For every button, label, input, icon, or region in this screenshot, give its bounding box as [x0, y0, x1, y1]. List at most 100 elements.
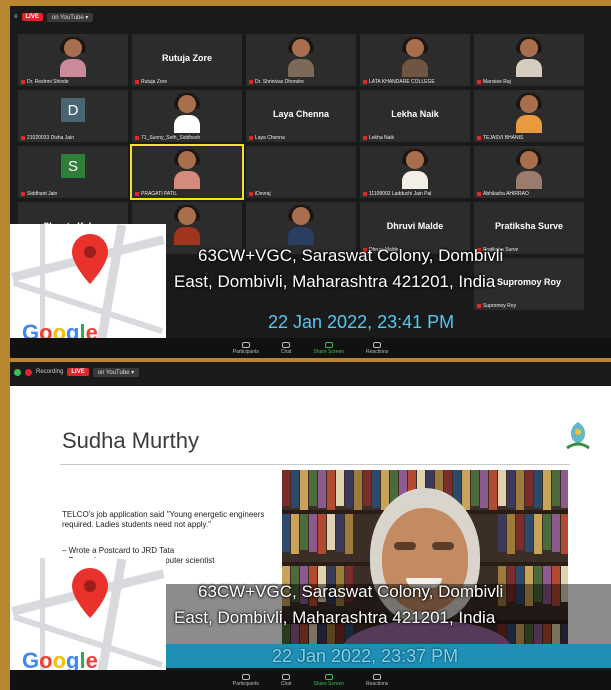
live-badge: LIVE [21, 13, 43, 21]
meeting-toolbar: Participants Chat Share Screen Reactions [10, 338, 611, 358]
book-spine [471, 470, 479, 506]
participant-name-label: Dr. Reshmi Shinde [21, 79, 69, 85]
participant-tile[interactable]: TEJASVI BHANIS [474, 90, 584, 142]
participant-name-label: iDevraj [249, 191, 271, 197]
participant-video [174, 93, 200, 135]
book-spine [561, 470, 568, 508]
participant-tile[interactable]: 11109002 Ladduchi Jain Pal [360, 146, 470, 198]
reactions-button[interactable]: Reactions [366, 673, 388, 687]
participant-display-name: Lekha Naik [391, 109, 439, 119]
participant-name-label: Lekha Naik [363, 135, 394, 141]
slide-body-text: TELCO's job application said "Young ener… [62, 510, 265, 529]
participant-tile[interactable]: Lekha Naik Lekha Naik [360, 90, 470, 142]
participant-name-label: Mansiee Raj [477, 79, 511, 85]
participant-tile[interactable]: S Siddhant Jain [18, 146, 128, 198]
participant-video [402, 149, 428, 191]
live-badge: LIVE [67, 368, 89, 376]
book-spine [336, 514, 344, 552]
book-spine [480, 470, 488, 508]
book-spine [336, 470, 344, 506]
book-spine [318, 470, 326, 508]
participant-tile[interactable]: Dr. Shrinivas Dhondre [246, 34, 356, 86]
participant-tile[interactable]: PRAGATI PATIL [130, 144, 244, 200]
participant-display-name: Laya Chenna [272, 109, 330, 119]
timestamp: 22 Jan 2022, 23:41 PM [268, 312, 455, 332]
book-spine [561, 514, 568, 554]
participant-name-label: LATA KHANDARE COLLEGE [363, 79, 435, 85]
window-control[interactable]: ≡ [14, 14, 18, 20]
participant-video [288, 205, 314, 247]
participant-video [174, 205, 200, 247]
participants-button[interactable]: Participants [233, 673, 259, 687]
youtube-stream-dropdown[interactable]: on YouTube ▾ [92, 367, 140, 377]
reactions-icon [373, 673, 382, 680]
participant-video [516, 37, 542, 79]
reactions-icon [373, 341, 382, 348]
participant-tile[interactable]: Abhilasha AHIRRAO [474, 146, 584, 198]
book-spine [282, 514, 290, 552]
top-status-bar: ≡ LIVE on YouTube ▾ [10, 6, 611, 28]
location-address-line1: 63CW+VGC, Saraswat Colony, Dombivli [198, 246, 504, 265]
participant-tile[interactable]: 71_Sunny_Seth_Siddhesh [132, 90, 242, 142]
book-spine [552, 470, 560, 506]
book-spine [309, 514, 317, 552]
participant-tile[interactable]: iDevraj [246, 146, 356, 198]
participant-tile[interactable]: Mansiee Raj [474, 34, 584, 86]
chat-icon [282, 341, 291, 348]
meeting-toolbar: Participants Chat Share Screen Reactions [10, 670, 611, 690]
participant-name-label: Dr. Shrinivas Dhondre [249, 79, 304, 85]
participant-name-label: Abhilasha AHIRRAO [477, 191, 529, 197]
participant-video [174, 149, 200, 191]
share-screen-button[interactable]: Share Screen [313, 341, 344, 355]
slide-bullet: – Wrote a Postcard to JRD Tata [62, 546, 175, 555]
book-spine [354, 470, 362, 510]
participant-avatar: S [61, 154, 85, 178]
book-spine [291, 470, 299, 508]
location-address-line2: East, Dombivli, Maharashtra 421201, Indi… [174, 272, 496, 291]
book-spine [282, 470, 290, 506]
share-screen-button[interactable]: Share Screen [313, 673, 344, 687]
participants-icon [241, 673, 250, 680]
participant-display-name: Dhruvi Malde [386, 221, 444, 231]
share-status-bar: Recording LIVE on YouTube ▾ [10, 362, 611, 382]
location-pin-icon [72, 234, 108, 284]
participant-name-label: PRAGATI PATIL [135, 191, 177, 197]
chat-button[interactable]: Chat [281, 341, 291, 355]
participant-name-label: 11109002 Ladduchi Jain Pal [363, 191, 431, 197]
reactions-button[interactable]: Reactions [366, 341, 388, 355]
location-address-line2: East, Dombivli, Maharashtra 421201, Indi… [174, 608, 496, 627]
participant-name-label: TEJASVI BHANIS [477, 135, 523, 141]
recording-label: Recording [36, 369, 64, 375]
book-spine [516, 470, 524, 510]
chat-button[interactable]: Chat [281, 673, 291, 687]
recording-icon [14, 368, 21, 376]
book-spine [543, 470, 551, 510]
book-spine [318, 514, 326, 554]
book-spine [309, 470, 317, 506]
book-spine [498, 470, 506, 506]
participant-name-label: Supromoy Roy [477, 303, 516, 309]
book-spine [300, 470, 308, 510]
participant-tile[interactable]: D 21020033 Disha Jain [18, 90, 128, 142]
book-spine [372, 470, 380, 508]
slide-title: Sudha Murthy [62, 428, 199, 453]
participant-tile[interactable]: Dr. Reshmi Shinde [18, 34, 128, 86]
participant-tile[interactable]: Rutuja Zore Rutuja Zore [132, 34, 242, 86]
book-spine [462, 470, 470, 510]
participant-tile[interactable]: Laya Chenna Laya Chenna [246, 90, 356, 142]
book-spine [516, 514, 524, 550]
youtube-stream-dropdown[interactable]: on YouTube ▾ [46, 12, 94, 22]
book-spine [363, 470, 371, 506]
participant-name-label: Laya Chenna [249, 135, 285, 141]
zoom-screen-share-view: Recording LIVE on YouTube ▾ Sudha Murthy… [10, 362, 611, 690]
book-spine [552, 514, 560, 552]
participants-button[interactable]: Participants [233, 341, 259, 355]
participant-tile[interactable]: LATA KHANDARE COLLEGE [360, 34, 470, 86]
book-spine [300, 514, 308, 550]
book-spine [534, 514, 542, 554]
book-spine [327, 470, 335, 510]
book-spine [498, 514, 506, 552]
location-pin-icon [72, 568, 108, 618]
participant-video [402, 37, 428, 79]
participant-video [288, 37, 314, 79]
